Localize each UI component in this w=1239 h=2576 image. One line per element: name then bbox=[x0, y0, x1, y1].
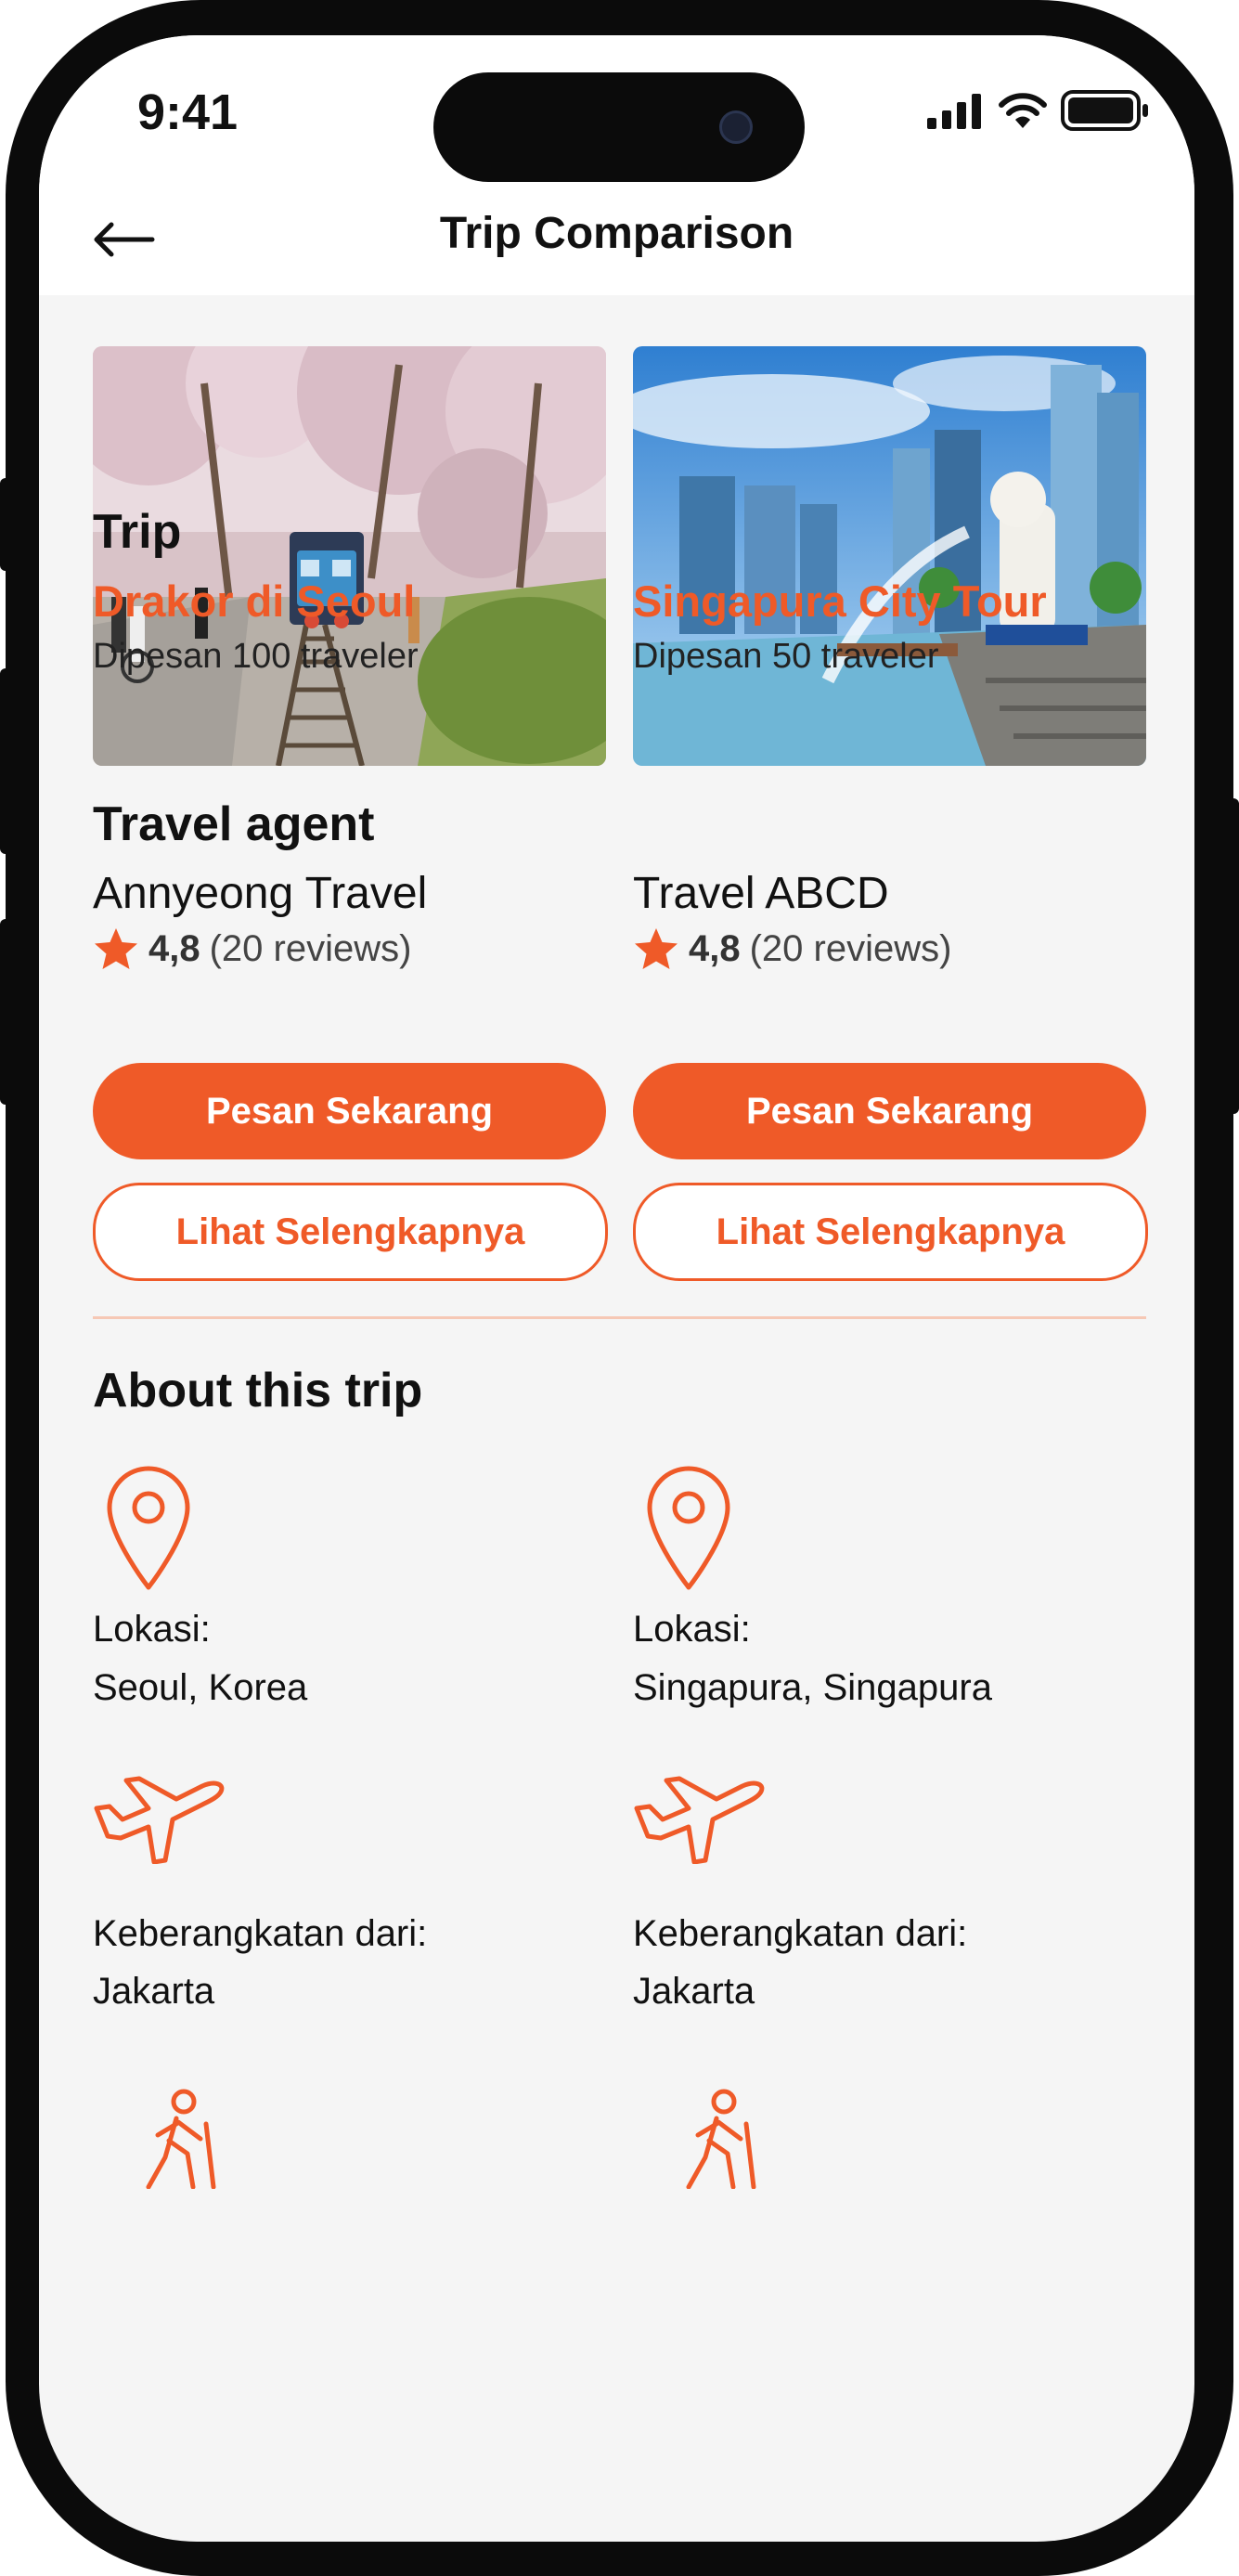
map-pin-icon bbox=[647, 1466, 730, 1590]
page-title: Trip Comparison bbox=[439, 209, 794, 258]
location-value-2: Singapura, Singapura bbox=[633, 1667, 992, 1708]
volume-up-button bbox=[0, 668, 11, 854]
booked-count-2: Dipesan 50 traveler bbox=[633, 637, 939, 676]
screen: 9:41 Trip Comparison Trip Drakor di Seou… bbox=[39, 35, 1194, 2542]
star-icon bbox=[95, 928, 137, 969]
see-more-button-1[interactable]: Lihat Selengkapnya bbox=[93, 1183, 608, 1281]
section-title-trip: Trip bbox=[93, 505, 182, 559]
agent-rating-2: 4,8 (20 reviews) bbox=[633, 926, 951, 971]
departure-label-2: Keberangkatan dari: bbox=[633, 1913, 968, 1954]
agent-name-1: Annyeong Travel bbox=[93, 869, 428, 918]
location-value-1: Seoul, Korea bbox=[93, 1667, 308, 1708]
volume-down-button bbox=[0, 919, 11, 1105]
rating-score: 4,8 bbox=[689, 927, 741, 969]
agent-rating-1: 4,8 (20 reviews) bbox=[93, 926, 411, 971]
action-button bbox=[0, 478, 11, 571]
trip-name-1[interactable]: Drakor di Seoul bbox=[93, 576, 415, 627]
hiking-person-icon bbox=[146, 2089, 216, 2189]
booked-count-1: Dipesan 100 traveler bbox=[93, 637, 419, 676]
power-button bbox=[1228, 798, 1239, 1114]
section-title-about: About this trip bbox=[93, 1364, 423, 1417]
camera-icon bbox=[719, 110, 753, 144]
star-icon bbox=[635, 928, 678, 969]
location-label-1: Lokasi: bbox=[93, 1609, 211, 1650]
book-now-button-2[interactable]: Pesan Sekarang bbox=[633, 1063, 1146, 1159]
departure-value-2: Jakarta bbox=[633, 1971, 755, 2012]
dynamic-island bbox=[433, 72, 805, 182]
agent-name-2: Travel ABCD bbox=[633, 869, 889, 918]
trip-photo-singapore bbox=[633, 346, 1146, 766]
airplane-icon bbox=[634, 1776, 765, 1864]
cellular-signal-icon bbox=[927, 94, 981, 129]
map-pin-icon bbox=[107, 1466, 190, 1590]
departure-value-1: Jakarta bbox=[93, 1971, 215, 2012]
location-label-2: Lokasi: bbox=[633, 1609, 751, 1650]
hiking-person-icon bbox=[686, 2089, 756, 2189]
review-count: (20 reviews) bbox=[749, 927, 952, 969]
departure-label-1: Keberangkatan dari: bbox=[93, 1913, 428, 1954]
airplane-icon bbox=[94, 1776, 225, 1864]
rating-score: 4,8 bbox=[148, 927, 200, 969]
see-more-button-2[interactable]: Lihat Selengkapnya bbox=[633, 1183, 1148, 1281]
book-now-button-1[interactable]: Pesan Sekarang bbox=[93, 1063, 606, 1159]
section-title-travel-agent: Travel agent bbox=[93, 797, 375, 851]
wifi-icon bbox=[999, 93, 1047, 128]
comparison-content: Trip Drakor di Seoul Singapura City Tour… bbox=[39, 295, 1194, 2542]
trip-name-2[interactable]: Singapura City Tour bbox=[633, 576, 1047, 627]
top-bar: 9:41 Trip Comparison bbox=[39, 35, 1194, 295]
battery-icon bbox=[1061, 90, 1148, 131]
section-divider bbox=[93, 1316, 1146, 1319]
status-time: 9:41 bbox=[137, 84, 239, 140]
status-icons bbox=[925, 89, 1150, 132]
review-count: (20 reviews) bbox=[209, 927, 412, 969]
